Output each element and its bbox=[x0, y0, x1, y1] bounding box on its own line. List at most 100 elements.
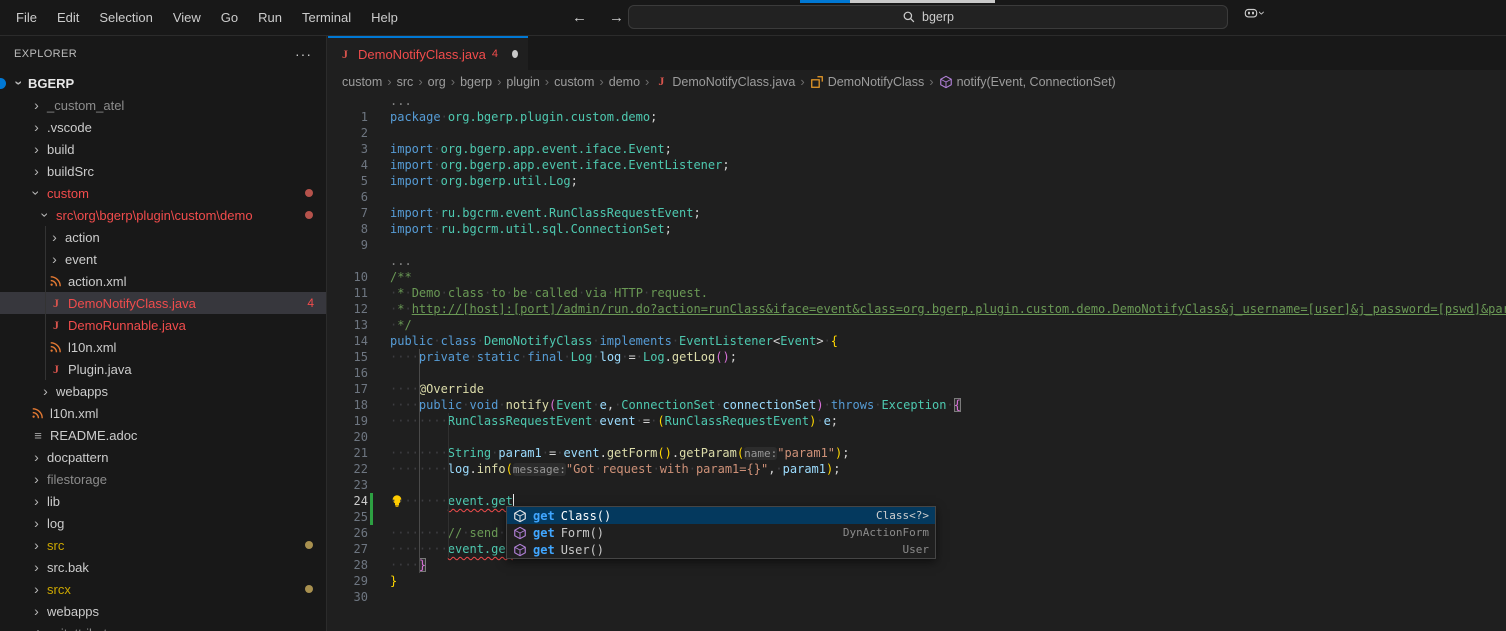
code-line-7[interactable]: 7import·ru.bgcrm.event.RunClassRequestEv… bbox=[328, 205, 1506, 221]
code-line-9[interactable]: 9 bbox=[328, 237, 1506, 253]
code-token: e bbox=[600, 398, 607, 412]
sidebar-item-plugin-java[interactable]: JPlugin.java bbox=[0, 358, 326, 380]
code-line-11[interactable]: 11·*·Demo·class·to·be·called·via·HTTP·re… bbox=[328, 285, 1506, 301]
search-icon bbox=[902, 10, 916, 24]
sidebar-item-src-org-bgerp-plugin-custom-demo[interactable]: ›src\org\bgerp\plugin\custom\demo bbox=[0, 204, 326, 226]
folded-region-ellipsis[interactable]: ... bbox=[390, 93, 412, 109]
sidebar-item-readme-adoc[interactable]: ≡README.adoc bbox=[0, 424, 326, 446]
code-line-5[interactable]: 5import·org.bgerp.util.Log; bbox=[328, 173, 1506, 189]
menu-item-edit[interactable]: Edit bbox=[47, 0, 89, 35]
code-line-20[interactable]: 20 bbox=[328, 429, 1506, 445]
code-line-21[interactable]: 21········String·param1·=·event.getForm(… bbox=[328, 445, 1506, 461]
code-fold-line[interactable]: ... bbox=[328, 253, 1506, 269]
sidebar-item-action-xml[interactable]: action.xml bbox=[0, 270, 326, 292]
menu-item-help[interactable]: Help bbox=[361, 0, 408, 35]
sidebar-item-action[interactable]: ›action bbox=[0, 226, 326, 248]
editor-tab[interactable]: J DemoNotifyClass.java 4 bbox=[328, 36, 528, 70]
sidebar-item-demonotifyclass-java[interactable]: JDemoNotifyClass.java4 bbox=[0, 292, 326, 314]
sidebar-item-event[interactable]: ›event bbox=[0, 248, 326, 270]
code-line-23[interactable]: 23 bbox=[328, 477, 1506, 493]
code-line-29[interactable]: 29} bbox=[328, 573, 1506, 589]
code-fold-line[interactable]: ... bbox=[328, 93, 1506, 109]
sidebar-item-lib[interactable]: ›lib bbox=[0, 490, 326, 512]
sidebar-item-src-bak[interactable]: ›src.bak bbox=[0, 556, 326, 578]
sidebar-item-filestorage[interactable]: ›filestorage bbox=[0, 468, 326, 490]
menu-item-file[interactable]: File bbox=[6, 0, 47, 35]
sidebar-item-build[interactable]: ›build bbox=[0, 138, 326, 160]
code-line-1[interactable]: 1package·org.bgerp.plugin.custom.demo; bbox=[328, 109, 1506, 125]
breadcrumb-item[interactable]: src bbox=[397, 75, 414, 89]
sidebar-item-buildsrc[interactable]: ›buildSrc bbox=[0, 160, 326, 182]
code-line-14[interactable]: 14public·class·DemoNotifyClass·implement… bbox=[328, 333, 1506, 349]
menu-item-terminal[interactable]: Terminal bbox=[292, 0, 361, 35]
suggest-item-getuser[interactable]: getUser()User bbox=[507, 541, 935, 558]
sidebar-item--vscode[interactable]: ›.vscode bbox=[0, 116, 326, 138]
back-button[interactable]: ← bbox=[572, 9, 587, 26]
code-line-30[interactable]: 30 bbox=[328, 589, 1506, 605]
breadcrumb-item[interactable]: custom bbox=[554, 75, 594, 89]
line-number: 21 bbox=[328, 445, 368, 461]
suggest-item-getform[interactable]: getForm()DynActionForm bbox=[507, 524, 935, 541]
code-line-4[interactable]: 4import·org.bgerp.app.event.iface.EventL… bbox=[328, 157, 1506, 173]
folded-region-ellipsis[interactable]: ... bbox=[390, 253, 412, 269]
copilot-button[interactable]: › bbox=[1244, 6, 1264, 20]
root-label: BGERP bbox=[28, 76, 74, 91]
breadcrumb-item[interactable]: JDemoNotifyClass.java bbox=[654, 75, 795, 89]
code-line-3[interactable]: 3import·org.bgerp.app.event.iface.Event; bbox=[328, 141, 1506, 157]
code-token: ·*·Demo·class·to·be·called·via·HTTP·requ… bbox=[390, 286, 708, 300]
suggest-item-getclass[interactable]: getClass()Class<?> bbox=[507, 507, 935, 524]
sidebar-root-bgerp[interactable]: › BGERP bbox=[0, 72, 326, 94]
sidebar-item-log[interactable]: ›log bbox=[0, 512, 326, 534]
sidebar-item-webapps[interactable]: ›webapps bbox=[0, 380, 326, 402]
breadcrumb-item[interactable]: custom bbox=[342, 75, 382, 89]
code-line-12[interactable]: 12·*·http://[host]:[port]/admin/run.do?a… bbox=[328, 301, 1506, 317]
breadcrumb-item[interactable]: bgerp bbox=[460, 75, 492, 89]
sidebar-item-srcx[interactable]: ›srcx bbox=[0, 578, 326, 600]
code-line-18[interactable]: 18····public·void·notify(Event·e,·Connec… bbox=[328, 397, 1506, 413]
sidebar-item-l10n-xml[interactable]: l10n.xml bbox=[0, 402, 326, 424]
gutter-added-marker bbox=[370, 493, 373, 509]
menu-item-run[interactable]: Run bbox=[248, 0, 292, 35]
code-line-10[interactable]: 10/** bbox=[328, 269, 1506, 285]
menu-item-view[interactable]: View bbox=[163, 0, 211, 35]
sidebar-item--custom-atel[interactable]: ›_custom_atel bbox=[0, 94, 326, 116]
menu-item-go[interactable]: Go bbox=[211, 0, 248, 35]
code-line-17[interactable]: 17····@Override bbox=[328, 381, 1506, 397]
code-area[interactable]: ...1package·org.bgerp.plugin.custom.demo… bbox=[328, 93, 1506, 631]
breadcrumb-item[interactable]: demo bbox=[609, 75, 640, 89]
sidebar-item-webapps[interactable]: ›webapps bbox=[0, 600, 326, 622]
code-token: org.bgerp.app.event.iface.EventListener bbox=[441, 158, 723, 172]
code-line-16[interactable]: 16 bbox=[328, 365, 1506, 381]
breadcrumb-item[interactable]: plugin bbox=[506, 75, 539, 89]
search-input[interactable]: bgerp bbox=[628, 5, 1228, 29]
menu-item-selection[interactable]: Selection bbox=[89, 0, 162, 35]
code-token: . bbox=[600, 446, 607, 460]
java-file-icon: J bbox=[49, 296, 63, 310]
breadcrumb-item[interactable]: notify(Event, ConnectionSet) bbox=[939, 75, 1116, 89]
breadcrumb-item[interactable]: DemoNotifyClass bbox=[810, 75, 925, 89]
sidebar-item-docpattern[interactable]: ›docpattern bbox=[0, 446, 326, 468]
code-line-19[interactable]: 19········RunClassRequestEvent·event·=·(… bbox=[328, 413, 1506, 429]
code-line-2[interactable]: 2 bbox=[328, 125, 1506, 141]
code-line-28[interactable]: 28····} bbox=[328, 557, 1506, 573]
code-line-22[interactable]: 22········log.info(message:"Got·request·… bbox=[328, 461, 1506, 477]
code-token: RunClassRequestEvent bbox=[665, 414, 810, 428]
code-line-8[interactable]: 8import·ru.bgcrm.util.sql.ConnectionSet; bbox=[328, 221, 1506, 237]
forward-button[interactable]: → bbox=[609, 9, 624, 26]
breadcrumb-item[interactable]: org bbox=[428, 75, 446, 89]
code-line-6[interactable]: 6 bbox=[328, 189, 1506, 205]
code-line-15[interactable]: 15····private·static·final·Log·log·=·Log… bbox=[328, 349, 1506, 365]
sidebar-item--gitattributes[interactable]: ◆.gitattributes bbox=[0, 622, 326, 631]
java-file-icon: J bbox=[338, 47, 352, 61]
code-token: ·*· bbox=[390, 302, 412, 316]
sidebar-item-custom[interactable]: ›custom bbox=[0, 182, 326, 204]
sidebar-item-l10n-xml[interactable]: l10n.xml bbox=[0, 336, 326, 358]
explorer-more-icon[interactable]: ··· bbox=[295, 46, 312, 62]
sidebar-item-demorunnable-java[interactable]: JDemoRunnable.java bbox=[0, 314, 326, 336]
gutter-added-marker bbox=[370, 509, 373, 525]
code-line-13[interactable]: 13·*/ bbox=[328, 317, 1506, 333]
sidebar-item-src[interactable]: ›src bbox=[0, 534, 326, 556]
code-token: ru.bgcrm.util.sql.ConnectionSet bbox=[441, 222, 665, 236]
explorer-header[interactable]: EXPLORER bbox=[14, 48, 77, 60]
tab-modified-dot[interactable] bbox=[512, 50, 518, 58]
